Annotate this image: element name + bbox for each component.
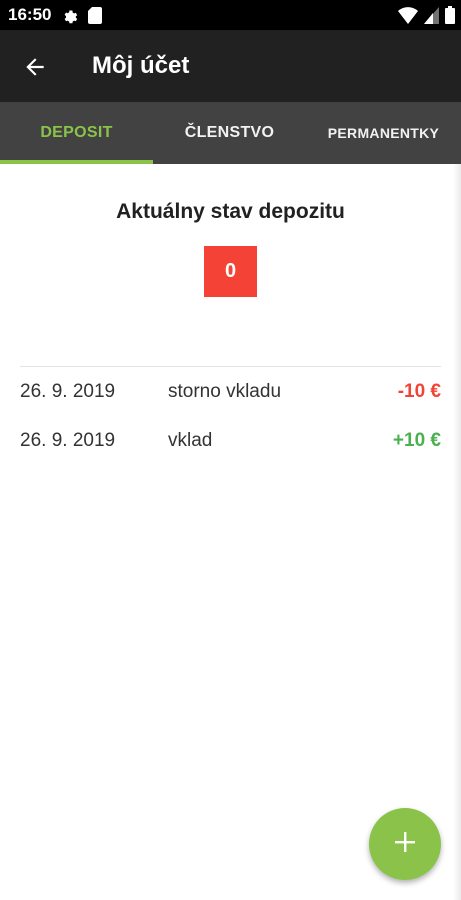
plus-icon xyxy=(394,831,416,858)
signal-icon xyxy=(424,6,439,29)
transaction-description: vklad xyxy=(168,430,213,451)
balance-value: 0 xyxy=(204,246,257,297)
tab-deposit[interactable]: DEPOSIT xyxy=(0,102,153,164)
transaction-description: storno vkladu xyxy=(168,381,282,402)
transaction-row: 26. 9. 2019 vklad +10 € xyxy=(0,430,461,460)
wifi-icon xyxy=(398,6,418,29)
transaction-amount: -10 € xyxy=(397,381,441,402)
transaction-amount: +10 € xyxy=(392,430,441,451)
tab-label: ČLENSTVO xyxy=(184,124,275,141)
add-button[interactable] xyxy=(369,808,441,880)
sd-card-icon xyxy=(88,6,103,24)
transaction-row: 26. 9. 2019 storno vkladu -10 € xyxy=(0,381,461,411)
status-time: 16:50 xyxy=(8,5,52,24)
page-title: Môj účet xyxy=(92,52,190,79)
transaction-date: 26. 9. 2019 xyxy=(20,381,116,402)
tab-bar: DEPOSIT ČLENSTVO PERMANENTKY xyxy=(0,102,461,164)
tab-permanentky[interactable]: PERMANENTKY xyxy=(306,102,461,164)
back-button[interactable] xyxy=(22,54,48,80)
transaction-date: 26. 9. 2019 xyxy=(20,430,116,451)
battery-icon xyxy=(445,6,455,29)
app-bar: Môj účet xyxy=(0,30,461,102)
status-bar: 16:50 xyxy=(0,0,461,30)
drawer-edge-shadow xyxy=(453,164,461,900)
tab-clenstvo[interactable]: ČLENSTVO xyxy=(153,102,306,164)
arrow-left-icon xyxy=(22,58,48,84)
tab-label: DEPOSIT xyxy=(40,124,113,141)
tab-indicator xyxy=(0,160,153,164)
divider xyxy=(20,366,441,367)
gear-icon xyxy=(61,7,78,24)
tab-label: PERMANENTKY xyxy=(327,125,440,141)
balance-title: Aktuálny stav depozitu xyxy=(116,200,345,223)
